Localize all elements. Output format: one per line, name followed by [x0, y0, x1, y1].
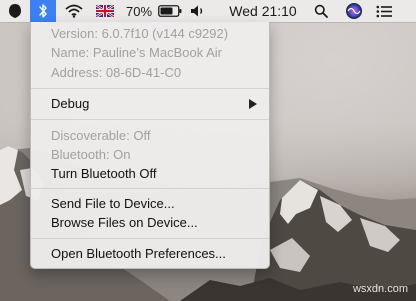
bluetooth-menu: Version: 6.0.7f10 (v144 c9292) Name: Pau…	[30, 22, 270, 269]
notification-center-icon[interactable]	[372, 0, 396, 22]
battery-percent[interactable]: 70%	[124, 0, 154, 22]
bluetooth-icon[interactable]	[30, 0, 56, 22]
battery-icon[interactable]	[156, 0, 184, 22]
volume-icon[interactable]	[188, 0, 208, 22]
menu-item-debug[interactable]: Debug	[51, 96, 89, 112]
menu-separator	[31, 238, 269, 239]
dark-circle-icon[interactable]	[4, 0, 26, 22]
discoverable-status: Discoverable: Off	[51, 128, 151, 143]
clock-text: Wed 21:10	[229, 3, 297, 19]
menu-item-open-bluetooth-preferences[interactable]: Open Bluetooth Preferences...	[51, 246, 226, 262]
menu-item-send-file[interactable]: Send File to Device...	[51, 196, 175, 212]
wifi-icon[interactable]	[62, 0, 86, 22]
bluetooth-status: Bluetooth: On	[51, 147, 131, 162]
watermark: wsxdn.com	[352, 283, 408, 295]
device-name-info: Name: Pauline’s MacBook Air	[51, 45, 223, 60]
menu-item-browse-files[interactable]: Browse Files on Device...	[51, 215, 198, 231]
menu-separator	[31, 88, 269, 89]
submenu-arrow-icon	[249, 99, 257, 109]
clock[interactable]: Wed 21:10	[224, 0, 302, 22]
menu-bar: 70% Wed 21:10	[0, 0, 416, 23]
siri-icon[interactable]	[342, 0, 366, 22]
menu-separator	[31, 119, 269, 120]
desktop: 70% Wed 21:10 Version: 6.0.7f10 (v144 c9…	[0, 0, 416, 301]
version-info: Version: 6.0.7f10 (v144 c9292)	[51, 26, 229, 41]
battery-percent-text: 70%	[125, 3, 153, 19]
address-info: Address: 08-6D-41-C0	[51, 65, 182, 80]
menu-separator	[31, 188, 269, 189]
search-icon[interactable]	[310, 0, 332, 22]
menu-item-turn-bluetooth-off[interactable]: Turn Bluetooth Off	[51, 166, 157, 182]
uk-flag-icon[interactable]	[94, 0, 116, 22]
